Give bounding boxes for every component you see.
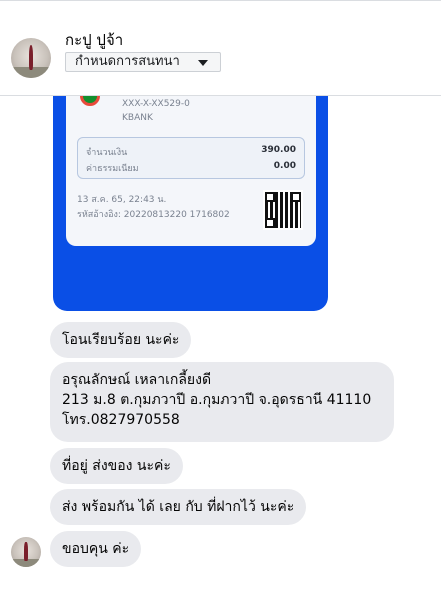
chevron-down-icon: [198, 60, 208, 66]
transfer-receipt-image[interactable]: XXX-X-XX529-0 KBANK จำนวนเงิน 390.00 ค่า…: [53, 96, 328, 311]
receipt-datetime: 13 ส.ค. 65, 22:43 น.: [77, 195, 167, 205]
avatar-figure: [24, 542, 28, 561]
receipt-account: XXX-X-XX529-0: [122, 99, 190, 109]
amount-label: จำนวนเงิน: [86, 148, 128, 158]
set-nickname-label: กำหนดการสนทนา: [75, 54, 180, 69]
message-bubble[interactable]: ส่ง พร้อมกัน ได้ เลย กับ ที่ฝากไว้ นะค่ะ: [50, 489, 307, 525]
contact-avatar[interactable]: [11, 38, 51, 78]
avatar-figure: [28, 45, 34, 70]
contact-name[interactable]: กะปู ปูจ้า: [65, 28, 123, 52]
conversation-header: กะปู ปูจ้า กำหนดการสนทนา: [0, 0, 441, 96]
receipt-amount-box: จำนวนเงิน 390.00 ค่าธรรมเนียม 0.00: [77, 137, 305, 179]
message-bubble[interactable]: โอนเรียบร้อย นะค่ะ: [50, 322, 192, 358]
message-bubble-address[interactable]: อรุณลักษณ์ เหลาเกลี้ยงดี 213 ม.8 ต.กุมภว…: [50, 362, 394, 442]
message-line: โทร.0827970558: [62, 412, 180, 428]
receipt-bank: KBANK: [122, 113, 153, 123]
message-line: อรุณลักษณ์ เหลาเกลี้ยงดี: [62, 372, 212, 388]
fee-value: 0.00: [273, 161, 296, 171]
fee-label: ค่าธรรมเนียม: [86, 164, 139, 174]
amount-value: 390.00: [261, 145, 296, 155]
qr-finder: [291, 192, 301, 202]
message-bubble[interactable]: ที่อยู่ ส่งของ นะค่ะ: [50, 448, 183, 484]
message-bubble[interactable]: ขอบคุน ค่ะ: [50, 531, 142, 567]
bank-logo-icon: [80, 96, 100, 106]
set-nickname-button[interactable]: กำหนดการสนทนา: [65, 52, 221, 72]
receipt-reference: รหัสอ้างอิง: 20220813220 1716802: [77, 210, 230, 220]
sender-avatar[interactable]: [11, 537, 41, 567]
qr-finder: [265, 192, 275, 202]
message-line: 213 ม.8 ต.กุมภวาปี อ.กุมภวาปี จ.อุดรธานี…: [62, 392, 372, 408]
qr-code-icon: [263, 190, 303, 230]
qr-finder: [265, 218, 275, 228]
receipt-card: XXX-X-XX529-0 KBANK จำนวนเงิน 390.00 ค่า…: [66, 96, 316, 246]
